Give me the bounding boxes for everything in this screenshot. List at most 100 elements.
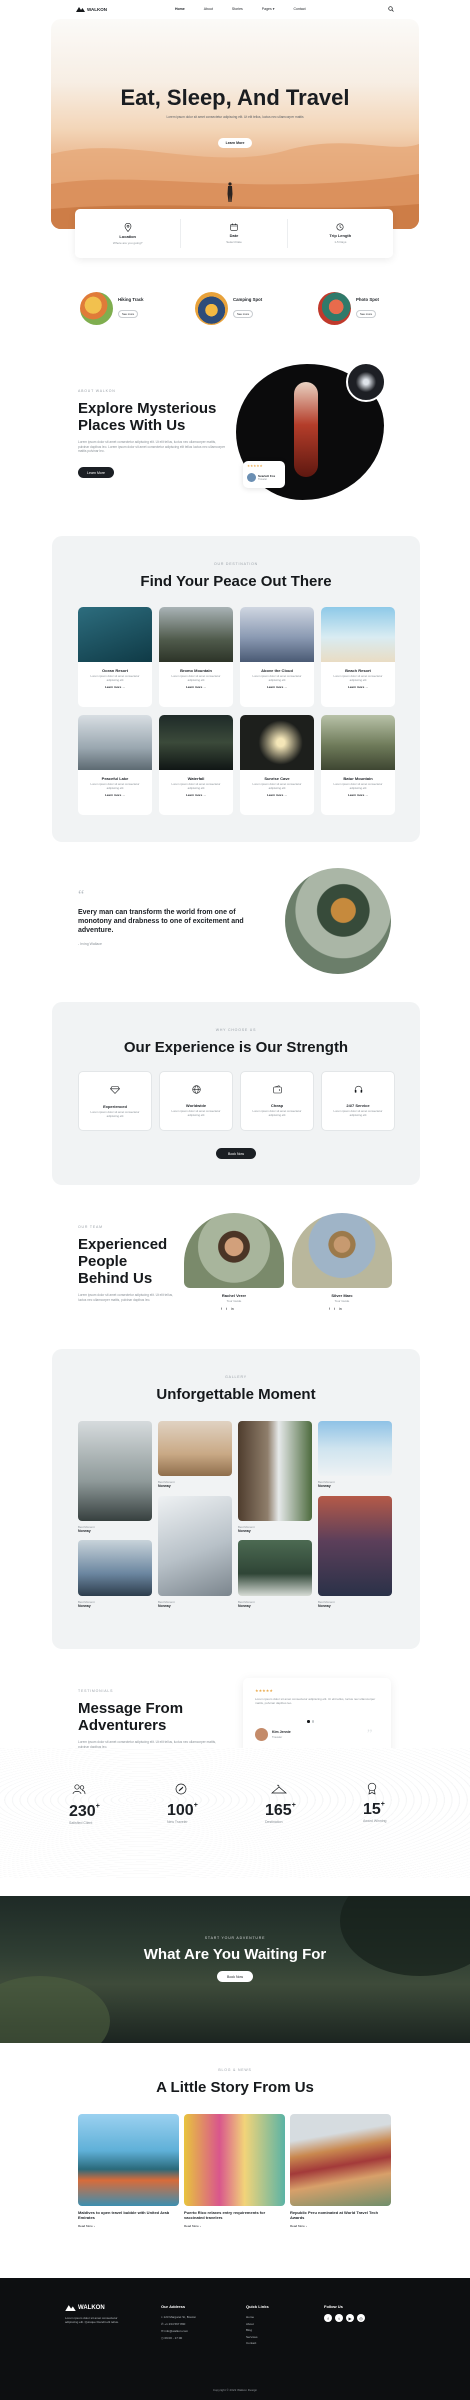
booking-date[interactable]: Date Select Date — [181, 209, 286, 258]
logo[interactable]: WALKON — [76, 6, 107, 12]
destinations-title: Find Your Peace Out There — [140, 573, 332, 590]
why-card-desc: Lorem ipsum dolor sit amet consectetur a… — [333, 1109, 383, 1117]
hero-learn-more-button[interactable]: Learn More — [218, 138, 252, 148]
gallery-photo[interactable] — [158, 1421, 232, 1476]
nav-pages[interactable]: Pages ▾ — [262, 7, 275, 11]
see-more-badge[interactable]: See more — [356, 310, 377, 318]
gallery-title: Unforgettable Moment — [156, 1386, 316, 1403]
destination-link-label: Learn more — [266, 793, 284, 798]
arrow-right-icon: → — [284, 685, 288, 690]
destination-link[interactable]: Learn more → — [78, 793, 152, 797]
booking-location[interactable]: Location Where are you going? — [75, 209, 180, 258]
calendar-icon — [230, 223, 238, 231]
destination-link[interactable]: Learn more → — [159, 685, 233, 689]
destination-image — [240, 607, 314, 662]
destinations-eyebrow: OUR DESTINATION — [213, 562, 259, 566]
feature-title: Hiking Track — [118, 297, 144, 302]
feature-item[interactable]: Hiking Track See more — [80, 292, 144, 325]
why-section: WHY CHOOSE US Our Experience is Our Stre… — [52, 1002, 420, 1185]
facebook-icon[interactable]: f — [221, 1307, 222, 1311]
destination-card[interactable]: Peaceful Lake Lorem ipsum dolor sit amet … — [78, 715, 152, 815]
team-body: Lorem ipsum dolor sit amet consectetur a… — [78, 1293, 173, 1302]
gallery-photo[interactable] — [318, 1496, 392, 1596]
destination-card[interactable]: Ocean Resort Lorem ipsum dolor sit amet c… — [78, 607, 152, 707]
blog-card[interactable]: Maldives to open travel bubble with Unit… — [78, 2114, 179, 2228]
map-pin-icon: ⌖ — [161, 2315, 163, 2319]
blog-read-more[interactable]: Read More › — [78, 2224, 179, 2228]
see-more-badge[interactable]: See more — [118, 310, 139, 318]
destination-link[interactable]: Learn more → — [321, 685, 395, 689]
destination-link[interactable]: Learn more → — [159, 793, 233, 797]
destination-link[interactable]: Learn more → — [240, 685, 314, 689]
testimonial-text: Lorem ipsum dolor sit amet consectetur a… — [255, 1697, 376, 1706]
nav-about[interactable]: About — [204, 7, 213, 11]
pagination-dot[interactable] — [311, 1720, 314, 1723]
gallery-photo[interactable] — [318, 1421, 392, 1476]
twitter-icon[interactable]: t — [334, 1307, 335, 1311]
gallery-caption-place: Norway — [238, 1529, 251, 1533]
destination-name: Waterfall — [187, 776, 205, 781]
why-eyebrow: WHY CHOOSE US — [215, 1028, 257, 1032]
quote-mark-icon: “ — [78, 888, 85, 903]
footer-address-item: ✉ info@walkon.com — [161, 2328, 196, 2335]
wallet-icon — [272, 1085, 282, 1094]
booking-date-label: Date — [229, 233, 239, 238]
cta-book-now-button[interactable]: Book Now — [217, 1971, 253, 1982]
feature-item[interactable]: Camping Spot See more — [195, 292, 262, 325]
destination-link[interactable]: Learn more → — [78, 685, 152, 689]
destination-link[interactable]: Learn more → — [321, 793, 395, 797]
pagination-dot-active[interactable] — [307, 1720, 310, 1723]
destination-card[interactable]: Bromo Mountain Lorem ipsum dolor sit amet… — [159, 607, 233, 707]
site-header: WALKON Home About Stories Pages ▾ Contac… — [0, 0, 470, 18]
testimonial-name: Kim Jennie — [272, 1730, 291, 1734]
gallery-photo[interactable] — [78, 1421, 152, 1521]
gallery-photo[interactable] — [78, 1540, 152, 1596]
gallery-photo[interactable] — [238, 1540, 312, 1596]
nav-contact[interactable]: Contact — [293, 7, 305, 11]
stat-value: 230 — [69, 1803, 96, 1820]
blog-read-more[interactable]: Read More › — [184, 2224, 285, 2228]
diamond-icon — [110, 1086, 120, 1094]
feature-title: Photo Spot — [356, 297, 379, 302]
about-learn-more-button[interactable]: Learn More — [78, 467, 114, 478]
twitter-icon[interactable]: t — [226, 1307, 227, 1311]
blog-post-title: Republic Peru nominated at World Travel … — [290, 2210, 379, 2220]
feature-item[interactable]: Photo Spot See more — [318, 292, 379, 325]
gallery-photo[interactable] — [238, 1421, 312, 1521]
search-icon[interactable] — [388, 6, 394, 12]
destination-link-label: Learn more — [104, 793, 122, 798]
footer-logo[interactable]: WALKON — [65, 2304, 105, 2311]
booking-trip-length[interactable]: Trip Length 1-5 Days — [288, 209, 393, 258]
stats-section: 230+ Satisfied Client 100+ New Traveler … — [0, 1748, 470, 1878]
nav-home[interactable]: Home — [175, 7, 185, 11]
about-eyebrow: ABOUT WALKON — [78, 389, 116, 393]
youtube-icon[interactable]: ▶ — [346, 2314, 354, 2322]
footer-link-contact[interactable]: Contact — [246, 2340, 258, 2347]
facebook-icon[interactable]: f — [329, 1307, 330, 1311]
linkedin-icon[interactable]: in — [231, 1307, 234, 1311]
destination-link[interactable]: Learn more → — [240, 793, 314, 797]
destination-card[interactable]: Waterfall Lorem ipsum dolor sit amet cons… — [159, 715, 233, 815]
blog-card[interactable]: Republic Peru nominated at World Travel … — [290, 2114, 391, 2228]
why-card-title: 24/7 Service — [346, 1103, 370, 1108]
booking-date-hint: Select Date — [226, 240, 242, 244]
instagram-icon[interactable]: ◎ — [357, 2314, 365, 2322]
why-book-now-button[interactable]: Book Now — [216, 1148, 256, 1159]
linkedin-icon[interactable]: in — [339, 1307, 342, 1311]
destination-card[interactable]: Above the Cloud Lorem ipsum dolor sit ame… — [240, 607, 314, 707]
see-more-badge[interactable]: See more — [233, 310, 254, 318]
why-card-title: Cheap — [270, 1103, 284, 1108]
gallery-photo[interactable] — [158, 1496, 232, 1596]
footer-links-list: Home About Blog Services Contact — [246, 2314, 258, 2347]
twitter-icon[interactable]: t — [335, 2314, 343, 2322]
nav-stories[interactable]: Stories — [232, 7, 243, 11]
destination-card[interactable]: Batur Mountain Lorem ipsum dolor sit amet… — [321, 715, 395, 815]
team-member-card: Silver Marc Tour Guide f t in — [292, 1213, 392, 1321]
blog-read-more[interactable]: Read More › — [290, 2224, 391, 2228]
facebook-icon[interactable]: f — [324, 2314, 332, 2322]
stat-value: 100 — [167, 1802, 194, 1819]
blog-card[interactable]: Puerto Rico relaxes entry requirements f… — [184, 2114, 285, 2228]
destination-card[interactable]: Beach Resort Lorem ipsum dolor sit amet c… — [321, 607, 395, 707]
arrow-right-icon: → — [365, 793, 369, 798]
destination-card[interactable]: Sunrise Cave Lorem ipsum dolor sit amet c… — [240, 715, 314, 815]
